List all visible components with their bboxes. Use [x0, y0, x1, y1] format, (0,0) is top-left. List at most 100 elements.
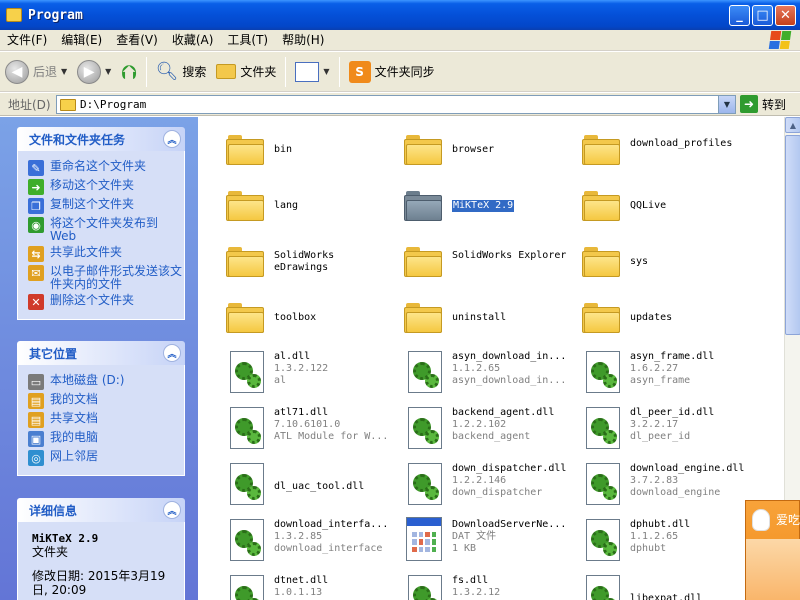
file-description: ATL Module for W... [274, 431, 389, 442]
folder-item[interactable]: uninstall [396, 293, 566, 343]
sidebar-item-my-documents[interactable]: ▤ 我的文档 [28, 393, 184, 409]
sidebar-item-delete[interactable]: ✕ 删除这个文件夹 [28, 294, 184, 310]
sidebar-item-label: 将这个文件夹发布到 Web [50, 216, 159, 243]
file-item[interactable]: dtnet.dll 1.0.1.13 [218, 573, 388, 600]
address-input[interactable]: D:\Program ▼ [56, 95, 736, 114]
chevron-down-icon: ▼ [61, 67, 68, 76]
dll-file-icon [408, 351, 442, 393]
minimize-button[interactable]: _ [729, 5, 750, 26]
file-name: download_engine.dll [630, 463, 745, 474]
file-item[interactable]: al.dll 1.3.2.122 al [218, 349, 388, 399]
file-item[interactable]: download_interfa... 1.3.2.85 download_inte… [218, 517, 388, 567]
file-name: down_dispatcher.dll [452, 463, 567, 474]
other-places-header[interactable]: 其它位置 ︽ [17, 341, 185, 365]
file-name: al.dll [274, 351, 311, 362]
sidebar-item-move[interactable]: ➜ 移动这个文件夹 [28, 179, 184, 195]
file-name: asyn_download_in... [452, 351, 567, 362]
file-item[interactable]: DownloadServerNe... DAT 文件 1 KB [396, 517, 566, 567]
file-description: 1 KB [452, 543, 477, 554]
sidebar-item-my-computer[interactable]: ▣ 我的电脑 [28, 431, 184, 447]
file-version: 1.2.2.146 [452, 475, 507, 486]
folder-item[interactable]: browser [396, 125, 566, 175]
move-icon: ➜ [28, 179, 44, 195]
folder-icon [582, 191, 620, 221]
file-item[interactable]: atl71.dll 7.10.6101.0 ATL Module for W... [218, 405, 388, 455]
menu-favorites[interactable]: 收藏(A) [165, 30, 221, 51]
go-button[interactable]: ➜ 转到 [740, 95, 786, 113]
file-name: dl_peer_id.dll [630, 407, 715, 418]
details-modified: 修改日期: 2015年3月19 [32, 569, 166, 583]
rename-icon: ✎ [28, 160, 44, 176]
collapse-icon[interactable]: ︽ [163, 501, 181, 519]
file-item[interactable]: fs.dll 1.3.2.12 [396, 573, 566, 600]
menu-bar: 文件(F) 编辑(E) 查看(V) 收藏(A) 工具(T) 帮助(H) [0, 30, 800, 51]
scroll-thumb[interactable] [785, 135, 800, 335]
notification-popup[interactable]: 爱吃 [745, 500, 800, 600]
sidebar-item-copy[interactable]: ❐ 复制这个文件夹 [28, 198, 184, 214]
maximize-button[interactable]: □ [752, 5, 773, 26]
back-button[interactable]: ◀ 后退 ▼ [0, 55, 72, 89]
file-item[interactable]: asyn_download_in... 1.1.2.65 asyn_download… [396, 349, 566, 399]
file-name: dphubt.dll [630, 519, 691, 530]
folder-item[interactable]: SolidWorks Explorer [396, 237, 566, 287]
sidebar-item-rename[interactable]: ✎ 重命名这个文件夹 [28, 160, 184, 176]
sidebar-item-disk[interactable]: ▭ 本地磁盘 (D:) [28, 374, 184, 390]
menu-help[interactable]: 帮助(H) [275, 30, 331, 51]
menu-edit[interactable]: 编辑(E) [54, 30, 109, 51]
folder-icon [404, 191, 442, 221]
views-grid-icon [295, 61, 320, 82]
search-button[interactable]: 🔍︎ 搜索 [151, 55, 212, 89]
copy-icon: ❐ [28, 198, 44, 214]
menu-view[interactable]: 查看(V) [109, 30, 165, 51]
file-version: 3.2.2.17 [630, 419, 679, 430]
menu-tools[interactable]: 工具(T) [220, 30, 275, 51]
file-version: 1.3.2.122 [274, 363, 329, 374]
folder-item[interactable]: SolidWorks eDrawings [218, 237, 388, 287]
file-item[interactable]: libexpat.dll [574, 573, 744, 600]
details-header[interactable]: 详细信息 ︽ [17, 498, 185, 522]
file-version: 1.1.2.65 [452, 363, 501, 374]
file-item[interactable]: asyn_frame.dll 1.6.2.27 asyn_frame [574, 349, 744, 399]
folder-item[interactable]: sys [574, 237, 744, 287]
sidebar-item-share[interactable]: ⇆ 共享此文件夹 [28, 246, 184, 262]
sidebar-item-publish-web[interactable]: ◉ 将这个文件夹发布到 Web [28, 217, 184, 243]
folder-item[interactable]: bin [218, 125, 388, 175]
collapse-icon[interactable]: ︽ [163, 130, 181, 148]
menu-file[interactable]: 文件(F) [0, 30, 54, 51]
file-list: bin browser download_profileslang MiKTeX 2.… [198, 117, 784, 600]
scroll-up-button[interactable]: ▲ [785, 117, 800, 133]
file-description: al [274, 375, 287, 386]
file-description: download_interface [274, 543, 383, 554]
toolbar-separator [285, 56, 287, 87]
disk-icon: ▭ [28, 374, 44, 390]
file-item[interactable]: backend_agent.dll 1.2.2.102 backend_agent [396, 405, 566, 455]
folder-icon [582, 247, 620, 277]
folders-button[interactable]: 文件夹 [211, 55, 281, 89]
collapse-icon[interactable]: ︽ [163, 344, 181, 362]
folder-item[interactable]: MiKTeX 2.9 [396, 181, 566, 231]
folder-item[interactable]: updates [574, 293, 744, 343]
folder-icon [6, 8, 22, 22]
file-item[interactable]: down_dispatcher.dll 1.2.2.146 down_dispatc… [396, 461, 566, 511]
sidebar-item-email[interactable]: ✉ 以电子邮件形式发送该文件夹内的文件 [28, 265, 184, 291]
folder-item[interactable]: toolbox [218, 293, 388, 343]
file-tasks-header[interactable]: 文件和文件夹任务 ︽ [17, 127, 185, 151]
folder-item[interactable]: download_profiles [574, 125, 744, 175]
up-button[interactable]: ⮉ [116, 55, 141, 89]
address-dropdown-button[interactable]: ▼ [718, 96, 735, 113]
file-item[interactable]: dl_uac_tool.dll [218, 461, 388, 511]
folder-item[interactable]: QQLive [574, 181, 744, 231]
email-icon: ✉ [28, 265, 44, 281]
close-button[interactable]: ✕ [775, 5, 796, 26]
sidebar-item-network[interactable]: ◎ 网上邻居 [28, 450, 184, 466]
views-button[interactable]: ▼ [290, 55, 334, 89]
dll-file-icon [586, 351, 620, 393]
folder-item[interactable]: lang [218, 181, 388, 231]
sidebar-item-shared-documents[interactable]: ▤ 共享文档 [28, 412, 184, 428]
file-item[interactable]: download_engine.dll 3.7.2.83 download_engi… [574, 461, 744, 511]
file-item[interactable]: dl_peer_id.dll 3.2.2.17 dl_peer_id [574, 405, 744, 455]
folder-sync-button[interactable]: S 文件夹同步 [344, 55, 440, 89]
file-item[interactable]: dphubt.dll 1.1.2.65 dphubt [574, 517, 744, 567]
forward-button[interactable]: ▶ ▼ [72, 55, 116, 89]
file-version: 1.3.2.12 [452, 587, 501, 598]
